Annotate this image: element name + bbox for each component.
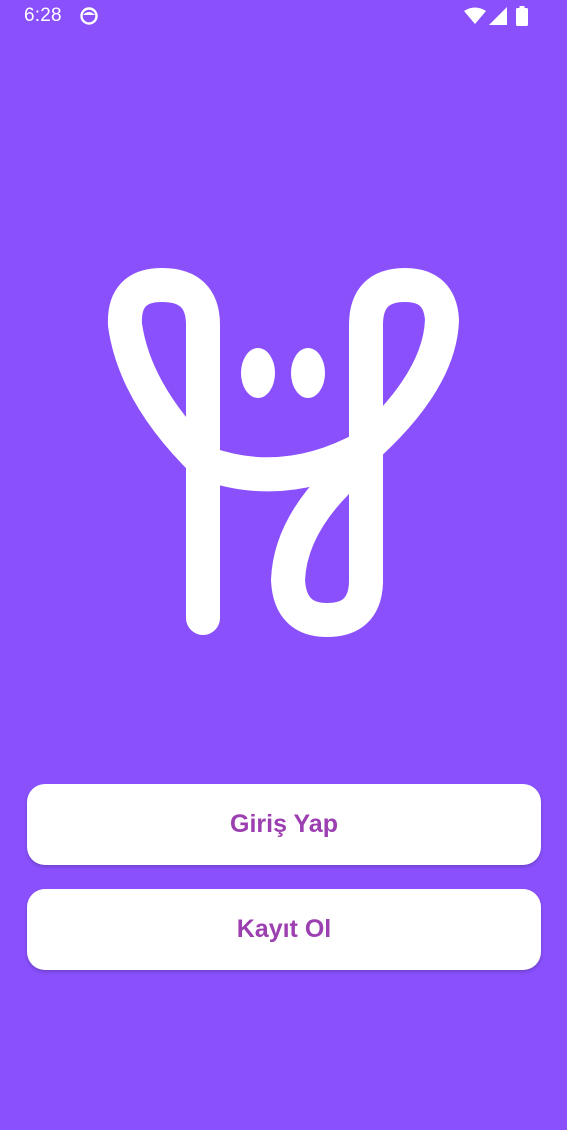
- login-button-label: Giriş Yap: [230, 810, 338, 838]
- status-time: 6:28: [24, 5, 62, 26]
- register-button[interactable]: Kayıt Ol: [27, 889, 541, 970]
- battery-icon: [516, 6, 528, 26]
- wifi-icon: [464, 7, 486, 24]
- app-notification-icon: [80, 7, 98, 25]
- register-button-label: Kayıt Ol: [236, 915, 332, 943]
- status-bar: 6:28: [0, 0, 567, 34]
- login-button[interactable]: Giriş Yap: [27, 784, 541, 865]
- smiling-face-logo-icon: [107, 268, 459, 637]
- signal-icon: [489, 7, 507, 25]
